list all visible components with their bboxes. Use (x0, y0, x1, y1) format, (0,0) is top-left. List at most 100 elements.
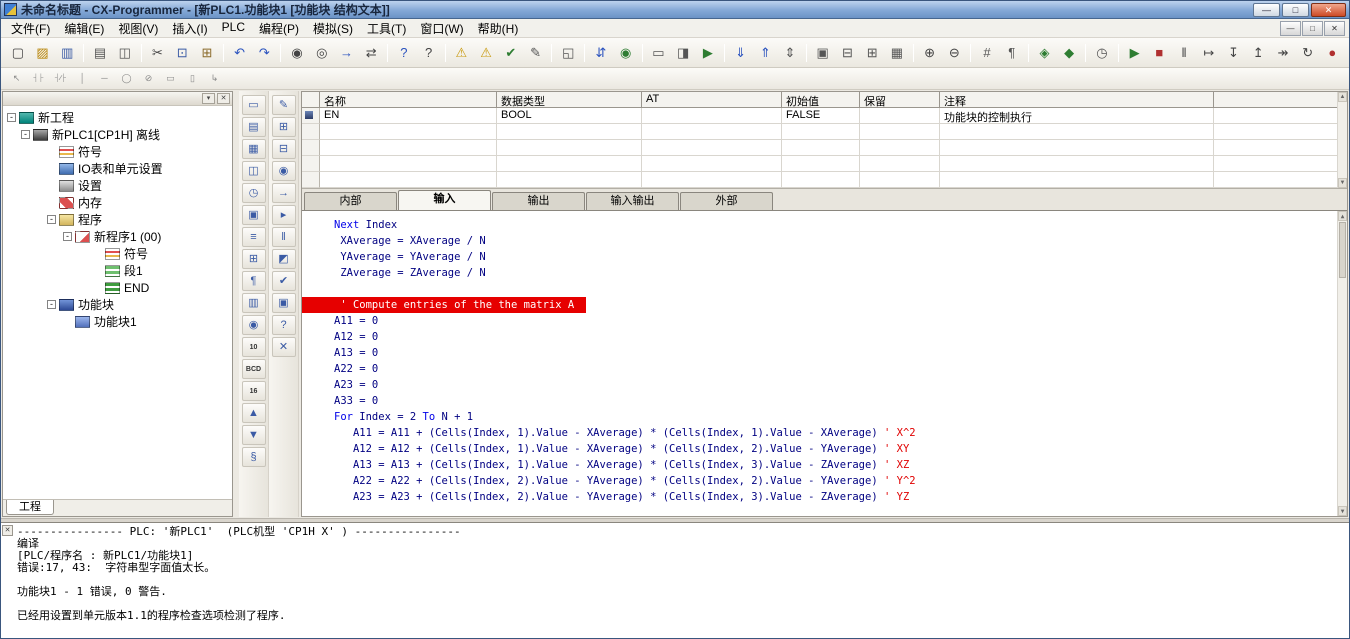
tree-item-program-symbols[interactable]: 符号 (3, 245, 232, 262)
tree-item-plc-memory[interactable]: 内存 (3, 194, 232, 211)
transfer-from-plc-button[interactable]: ⇑ (753, 41, 777, 65)
find-button[interactable]: ◉ (285, 41, 309, 65)
coil-reverse-button[interactable]: ⊘ (138, 70, 159, 88)
redo-button[interactable]: ↷ (252, 41, 276, 65)
program-mode-button[interactable]: ▭ (647, 41, 671, 65)
insert-variable-button[interactable]: ⊞ (272, 117, 296, 137)
menu-insert[interactable]: 插入(I) (165, 18, 214, 39)
previous-address-button[interactable]: ▲ (242, 403, 266, 423)
tree-item-new-program1[interactable]: -新程序1 (00) (3, 228, 232, 245)
step-out-button[interactable]: ↥ (1246, 41, 1270, 65)
scroll-up-icon[interactable]: ▲ (1338, 211, 1347, 221)
bookmark-button[interactable]: ▸ (272, 205, 296, 225)
cut-button[interactable]: ✂ (146, 41, 170, 65)
code-line-18[interactable]: A23 = A23 + (Cells(Index, 2).Value - YAv… (302, 489, 1347, 505)
column-header-2[interactable]: 数据类型 (497, 92, 642, 108)
tab-in-out[interactable]: 输入输出 (586, 192, 679, 210)
grid-toggle-button[interactable]: # (975, 41, 999, 65)
tree-item-new-project[interactable]: -新工程 (3, 109, 232, 126)
scroll-up-icon[interactable]: ▲ (1338, 92, 1347, 102)
code-line-8[interactable]: A12 = 0 (302, 329, 1347, 345)
compile-all-programs-button[interactable]: ⚠ (474, 41, 498, 65)
scroll-down-icon[interactable]: ▼ (1338, 178, 1347, 188)
code-line-4[interactable]: ZAverage = ZAverage / N (302, 265, 1347, 281)
comment-display-button[interactable]: ¶ (1000, 41, 1024, 65)
menu-file[interactable]: 文件(F) (4, 18, 57, 39)
menu-programming[interactable]: 编程(P) (252, 18, 306, 39)
tree-item-section-end[interactable]: END (3, 279, 232, 296)
zoom-out-button[interactable]: ⊖ (942, 41, 966, 65)
display-bcd-button[interactable]: BCD (242, 359, 266, 379)
transfer-to-plc-button[interactable]: ⇓ (729, 41, 753, 65)
save-project-button[interactable]: ▥ (55, 41, 79, 65)
rung-wrap-button[interactable]: ¶ (242, 271, 266, 291)
st-code-editor[interactable]: Next Index XAverage = XAverage / N YAver… (302, 211, 1347, 516)
color-palette-button[interactable]: ◩ (272, 249, 296, 269)
display-hex-button[interactable]: 16 (242, 381, 266, 401)
collapse-icon[interactable]: - (47, 215, 56, 224)
monitor-data-button[interactable]: ◉ (242, 315, 266, 335)
undo-button[interactable]: ↶ (228, 41, 252, 65)
column-header-6[interactable]: 注释 (940, 92, 1214, 108)
workspace-pin-button[interactable]: ▾ (202, 93, 215, 104)
column-header-1[interactable]: 名称 (320, 92, 497, 108)
collapse-icon[interactable]: - (7, 113, 16, 122)
view-split-button[interactable]: ◫ (242, 161, 266, 181)
maximize-button[interactable]: □ (1282, 3, 1309, 17)
print-preview-button[interactable]: ◫ (113, 41, 137, 65)
compile-program-button[interactable]: ⚠ (450, 41, 474, 65)
column-header-4[interactable]: 初始值 (782, 92, 860, 108)
set-breakpoint-button[interactable]: ● (1321, 41, 1345, 65)
code-line-1[interactable]: Next Index (302, 217, 1347, 233)
empty-variable-row[interactable] (302, 172, 1347, 188)
variable-cell[interactable]: EN (320, 108, 497, 124)
variable-cell[interactable] (642, 108, 782, 124)
fb-invocation-button[interactable]: ▯ (182, 70, 203, 88)
output-close-button[interactable]: ✕ (2, 525, 13, 536)
fb-check-button[interactable]: ✔ (272, 271, 296, 291)
find-next-button[interactable]: → (335, 41, 359, 65)
window-tile-vertical-button[interactable]: ⊞ (860, 41, 884, 65)
close-button[interactable]: ✕ (1311, 3, 1346, 17)
select-mode-button[interactable]: ↖ (6, 70, 27, 88)
outline-button[interactable]: ≡ (242, 227, 266, 247)
scan-run-button[interactable]: ↻ (1296, 41, 1320, 65)
minimize-button[interactable]: — (1253, 3, 1280, 17)
workspace-close-button[interactable]: ✕ (217, 93, 230, 104)
code-line-13[interactable]: For Index = 2 To N + 1 (302, 409, 1347, 425)
online-edit-button[interactable]: ✎ (524, 41, 548, 65)
tab-external[interactable]: 外部 (680, 192, 773, 210)
fb-protect-button[interactable]: ▣ (272, 293, 296, 313)
menu-edit[interactable]: 编辑(E) (57, 18, 111, 39)
variable-cell[interactable]: BOOL (497, 108, 642, 124)
replace-button[interactable]: ◎ (310, 41, 334, 65)
properties-button[interactable]: ▣ (242, 205, 266, 225)
menu-view[interactable]: 视图(V) (111, 18, 165, 39)
empty-variable-row[interactable] (302, 140, 1347, 156)
code-line-9[interactable]: A13 = 0 (302, 345, 1347, 361)
mdi-close-button[interactable]: ✕ (1324, 21, 1345, 36)
compare-with-plc-button[interactable]: ⇕ (778, 41, 802, 65)
scroll-down-icon[interactable]: ▼ (1338, 506, 1347, 516)
tree-item-plc-settings[interactable]: 设置 (3, 177, 232, 194)
column-header-3[interactable]: AT (642, 92, 782, 108)
variable-cell[interactable]: 功能块的控制执行 (940, 108, 1214, 124)
find-variable-button[interactable]: ◉ (272, 161, 296, 181)
watch-button[interactable]: ◷ (242, 183, 266, 203)
monitor-toggle-button[interactable]: ◉ (614, 41, 638, 65)
column-header-5[interactable]: 保留 (860, 92, 940, 108)
tree-item-plc-symbols[interactable]: 符号 (3, 143, 232, 160)
display-decimal-button[interactable]: 10 (242, 337, 266, 357)
code-line-7[interactable]: A11 = 0 (302, 313, 1347, 329)
project-tab[interactable]: 工程 (6, 500, 54, 515)
continuous-step-button[interactable]: ↠ (1271, 41, 1295, 65)
simulation-run-button[interactable]: ▶ (1123, 41, 1147, 65)
tree-item-section1[interactable]: 段1 (3, 262, 232, 279)
code-line-2[interactable]: XAverage = XAverage / N (302, 233, 1347, 249)
context-help-button[interactable]: ? (417, 41, 441, 65)
simulation-stop-button[interactable]: ■ (1147, 41, 1171, 65)
contact-closed-button[interactable]: ┤∕├ (50, 70, 71, 88)
menu-tools[interactable]: 工具(T) (360, 18, 413, 39)
help-button[interactable]: ? (392, 41, 416, 65)
tree-item-programs[interactable]: -程序 (3, 211, 232, 228)
